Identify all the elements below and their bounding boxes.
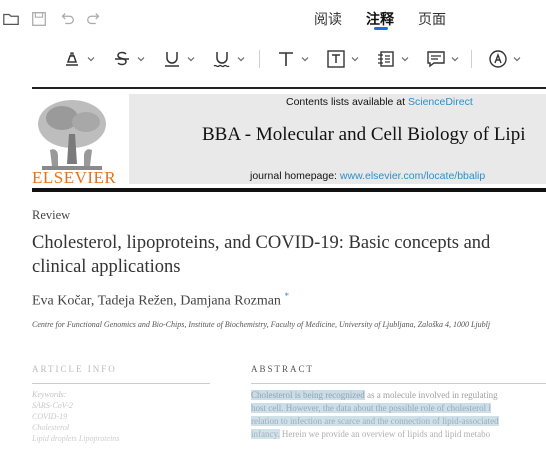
abstract-text: Herein we provide an overview of lipids …	[279, 429, 491, 439]
article-info-heading: ARTICLE INFO	[32, 364, 117, 374]
contents-line: Contents lists available at ScienceDirec…	[286, 96, 473, 108]
author-names: Eva Kočar, Tadeja Režen, Damjana Rozman	[32, 293, 281, 309]
strikethrough-icon	[115, 51, 129, 66]
toolbar-divider	[259, 50, 260, 68]
publisher-name: ELSEVIER	[32, 168, 117, 187]
squiggly-underline-tool[interactable]	[212, 48, 245, 70]
underline-icon	[165, 52, 179, 67]
chevron-down-icon	[237, 57, 245, 62]
chevron-down-icon	[513, 57, 521, 62]
pdf-page: ELSEVIER Contents lists available at Sci…	[0, 84, 546, 474]
chevron-down-icon	[87, 57, 95, 62]
undo-icon[interactable]	[57, 9, 77, 29]
abstract-rule	[251, 383, 546, 384]
chevron-down-icon	[451, 57, 459, 62]
abstract-line[interactable]: Cholesterol is being recognized as a mol…	[251, 390, 498, 400]
chevron-down-icon	[301, 57, 309, 62]
toolbar-divider	[471, 50, 472, 68]
keyword-item: Cholesterol	[32, 423, 70, 432]
underline-tool[interactable]	[162, 48, 195, 70]
abstract-line[interactable]: infancy. Herein we provide an overview o…	[251, 429, 490, 439]
text-icon	[279, 52, 293, 66]
highlighter-icon	[66, 52, 78, 66]
textbox-tool[interactable]	[326, 48, 359, 70]
stamp-tool[interactable]	[488, 48, 521, 70]
corresponding-author-mark[interactable]: *	[284, 291, 289, 301]
chevron-down-icon	[351, 57, 359, 62]
note-tool[interactable]	[376, 48, 409, 70]
homepage-line: journal homepage: www.elsevier.com/locat…	[250, 170, 485, 182]
homepage-link[interactable]: www.elsevier.com/locate/bbalip	[340, 170, 485, 182]
highlighted-text[interactable]: Cholesterol is being recognized	[251, 390, 365, 400]
comment-tool[interactable]	[426, 48, 459, 70]
abstract-line[interactable]: host cell. However, the data about the p…	[251, 403, 491, 413]
textbox-icon	[327, 50, 345, 68]
keywords-label: Keywords:	[32, 390, 67, 399]
highlight-tool[interactable]	[62, 48, 95, 70]
squiggly-underline-icon	[213, 52, 230, 68]
article-title: Cholesterol, lipoproteins, and COVID-19:…	[32, 231, 542, 279]
title-line-2: clinical applications	[32, 257, 181, 277]
article-type: Review	[32, 208, 71, 222]
top-toolbar: 阅读 注释 页面	[0, 0, 546, 38]
stamp-icon	[489, 50, 507, 68]
highlighted-text[interactable]: relation to infection are scarce and the…	[251, 416, 499, 426]
keyword-item: Lipid droplets Lipoproteins	[32, 434, 120, 443]
tab-annotate[interactable]: 注释	[366, 9, 394, 29]
affiliation: Centre for Functional Genomics and Bio-C…	[32, 320, 491, 329]
keyword-item: SARS-CoV-2	[32, 401, 73, 410]
chevron-down-icon	[137, 57, 145, 62]
save-icon[interactable]	[29, 9, 49, 29]
highlighted-text[interactable]: host cell. However, the data about the p…	[251, 403, 491, 413]
annotation-toolbar	[0, 40, 546, 78]
title-line-1: Cholesterol, lipoproteins, and COVID-19:…	[32, 233, 491, 253]
highlighted-text[interactable]: infancy.	[251, 429, 280, 439]
header-thick-rule	[32, 188, 546, 192]
strikethrough-tool[interactable]	[112, 48, 145, 70]
tab-page[interactable]: 页面	[418, 9, 446, 29]
abstract-line[interactable]: relation to infection are scarce and the…	[251, 416, 499, 426]
keyword-item: COVID-19	[32, 412, 68, 421]
article-info-rule	[32, 383, 210, 384]
chevron-down-icon	[187, 57, 195, 62]
homepage-prefix: journal homepage:	[250, 170, 340, 182]
active-tab-indicator	[374, 27, 388, 30]
abstract-text: as a molecule involved in regulating	[364, 390, 498, 400]
folder-open-icon[interactable]	[1, 9, 21, 29]
tab-read[interactable]: 阅读	[314, 9, 342, 29]
abstract-heading: ABSTRACT	[251, 364, 315, 374]
authors: Eva Kočar, Tadeja Režen, Damjana Rozman …	[32, 291, 289, 310]
text-tool[interactable]	[276, 48, 309, 70]
sciencedirect-link[interactable]: ScienceDirect	[408, 96, 473, 108]
chevron-down-icon	[401, 57, 409, 62]
note-icon	[378, 51, 394, 67]
comment-icon	[427, 51, 445, 68]
journal-title: BBA - Molecular and Cell Biology of Lipi	[202, 124, 526, 145]
contents-prefix: Contents lists available at	[286, 96, 408, 108]
redo-icon[interactable]	[84, 9, 104, 29]
header-rule	[32, 87, 546, 89]
